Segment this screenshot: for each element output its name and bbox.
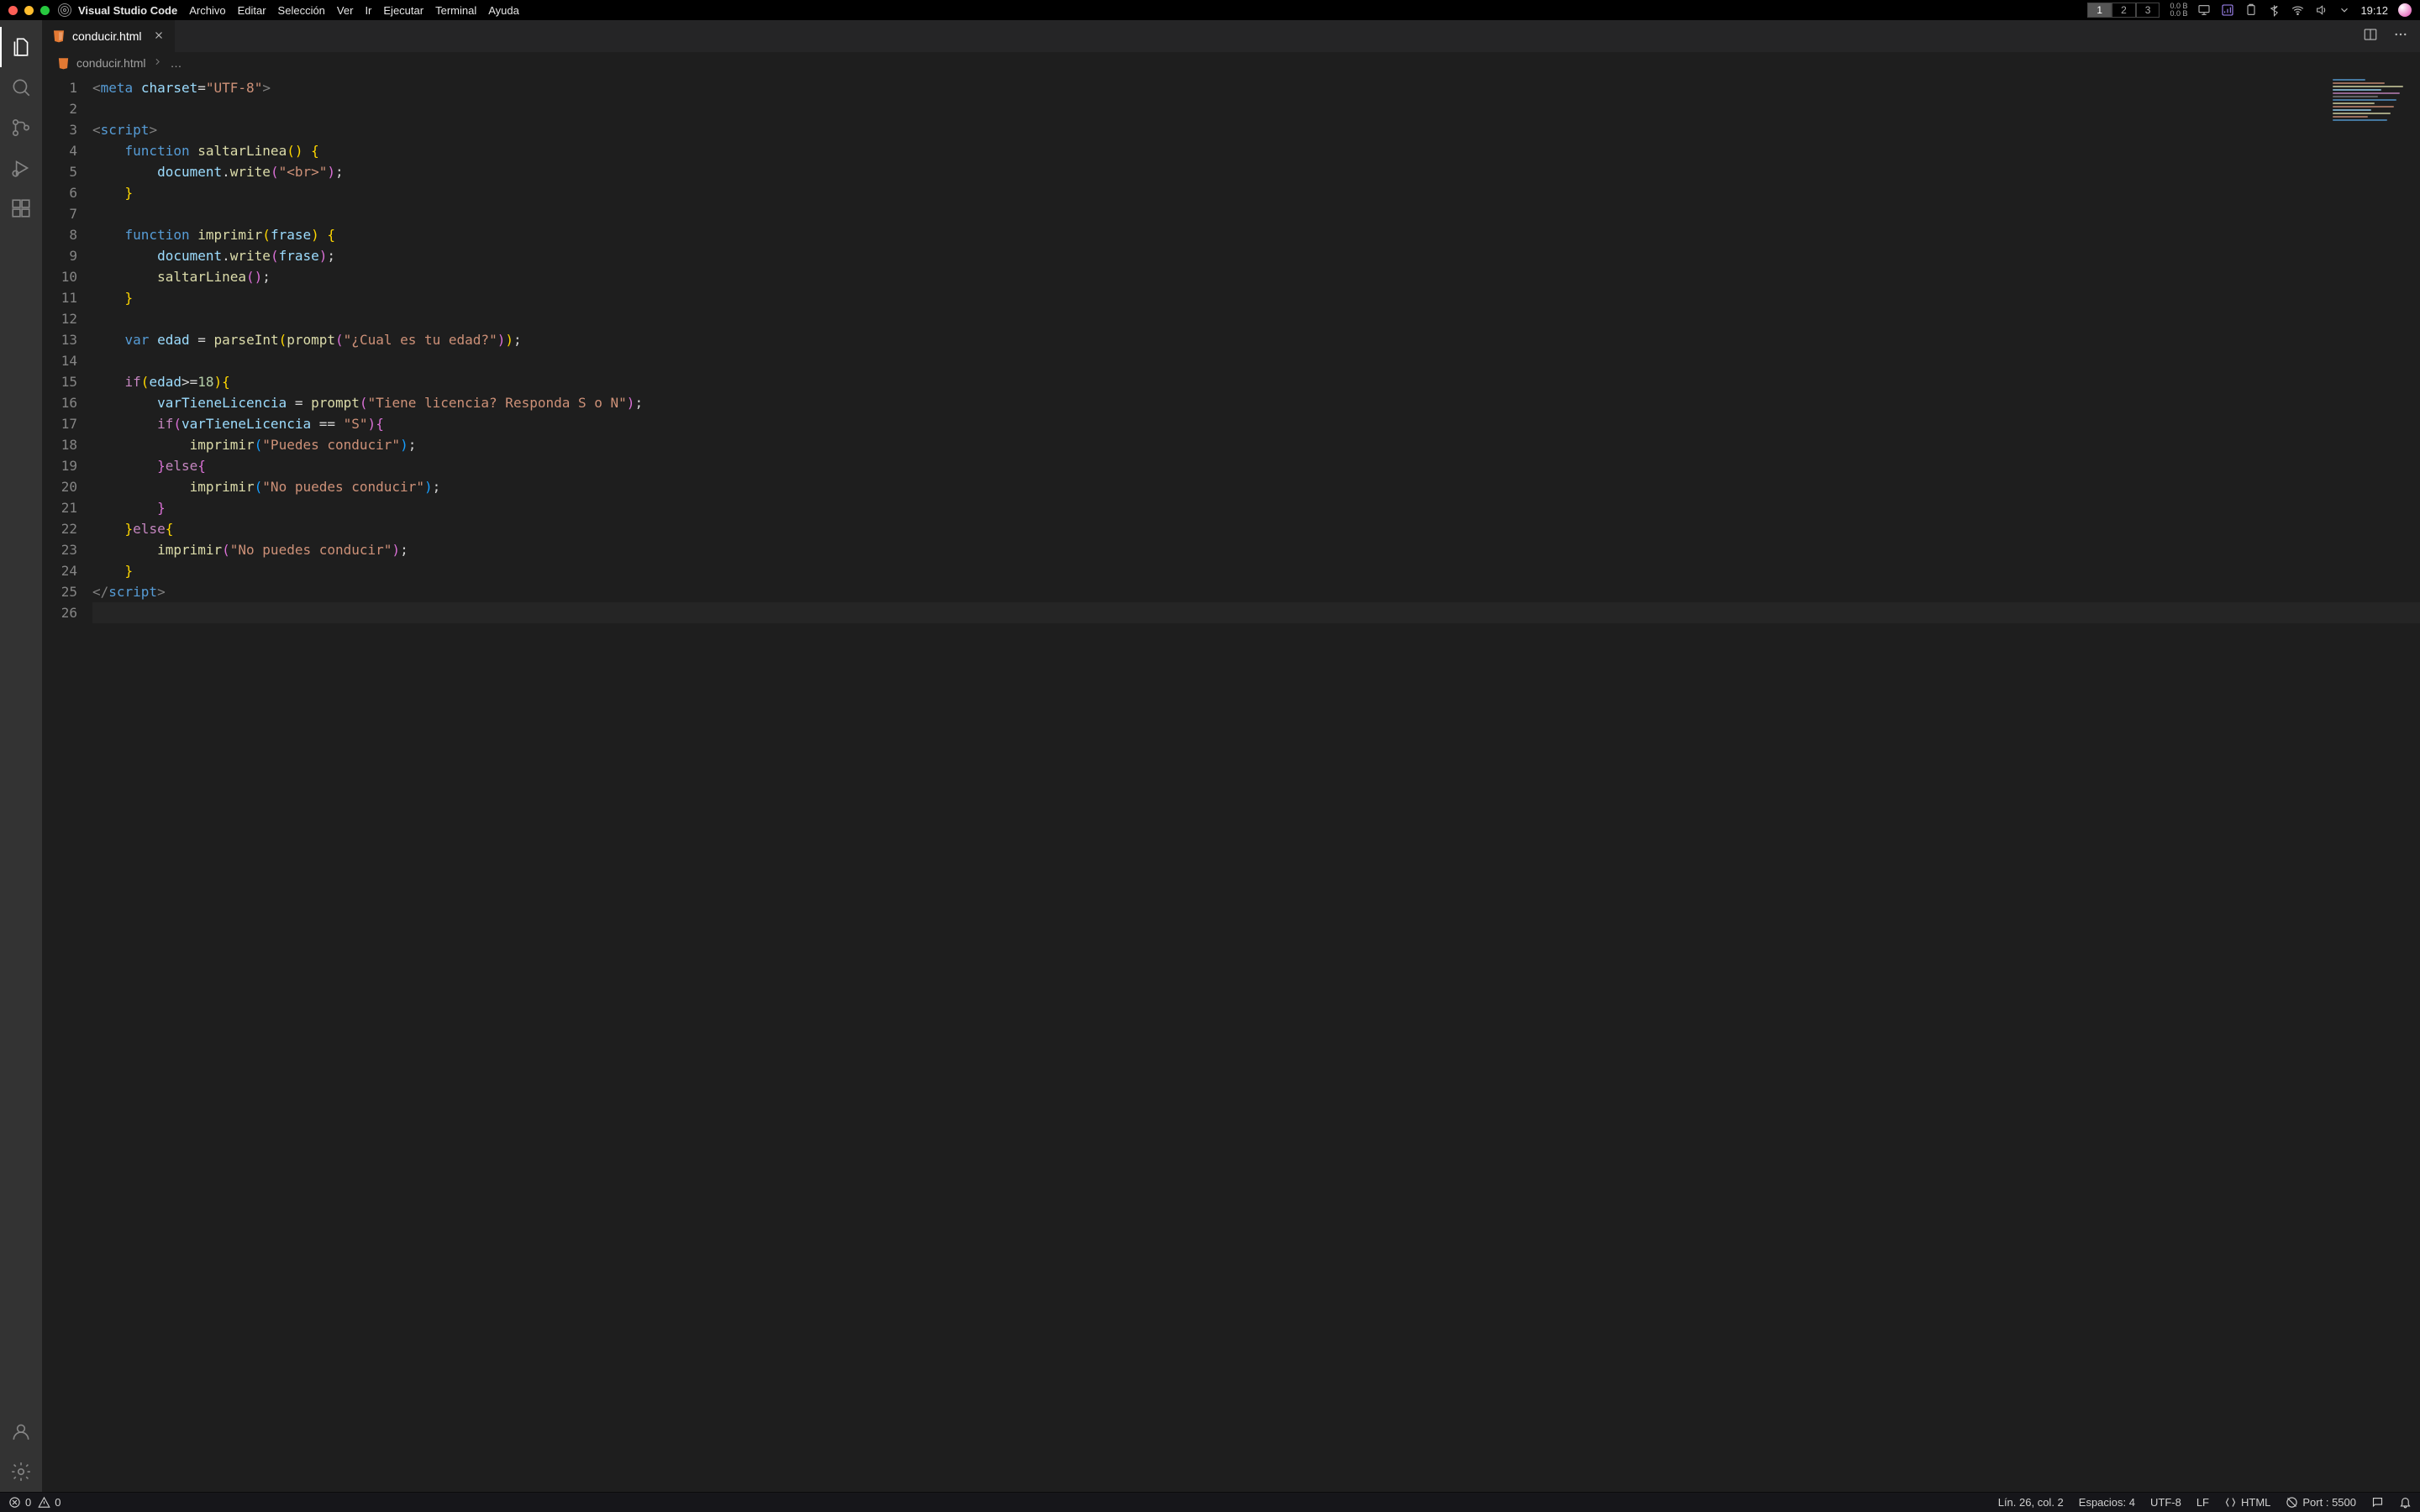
extensions-icon[interactable] bbox=[0, 188, 42, 228]
desktop-switcher[interactable]: 1 2 3 bbox=[2087, 3, 2160, 18]
status-encoding[interactable]: UTF-8 bbox=[2150, 1496, 2181, 1509]
breadcrumb-file[interactable]: conducir.html bbox=[76, 56, 145, 70]
close-window[interactable] bbox=[8, 6, 18, 15]
desktop-1[interactable]: 1 bbox=[2087, 3, 2112, 18]
window-controls[interactable] bbox=[8, 6, 50, 15]
split-editor-icon[interactable] bbox=[2363, 27, 2378, 46]
status-bell-icon[interactable] bbox=[2399, 1496, 2412, 1509]
menu-archivo[interactable]: Archivo bbox=[189, 4, 225, 17]
activity-bar bbox=[0, 20, 42, 1492]
menu-terminal[interactable]: Terminal bbox=[435, 4, 476, 17]
status-cursor[interactable]: Lín. 26, col. 2 bbox=[1998, 1496, 2064, 1509]
more-actions-icon[interactable] bbox=[2393, 27, 2408, 46]
menu-seleccion[interactable]: Selección bbox=[278, 4, 325, 17]
app-name[interactable]: Visual Studio Code bbox=[78, 4, 177, 17]
menu-ejecutar[interactable]: Ejecutar bbox=[383, 4, 424, 17]
desktop-3[interactable]: 3 bbox=[2136, 3, 2160, 18]
wifi-icon[interactable] bbox=[2291, 3, 2305, 18]
explorer-icon[interactable] bbox=[0, 27, 42, 67]
run-debug-icon[interactable] bbox=[0, 148, 42, 188]
status-warnings[interactable]: 0 bbox=[38, 1496, 60, 1509]
volume-icon[interactable] bbox=[2315, 3, 2328, 17]
line-gutter: 1234567891011121314151617181920212223242… bbox=[42, 74, 92, 1492]
breadcrumbs[interactable]: conducir.html … bbox=[42, 52, 2420, 74]
tab-conducir[interactable]: conducir.html bbox=[42, 20, 176, 52]
chevron-right-icon bbox=[152, 56, 163, 70]
monitor-icon[interactable] bbox=[2197, 3, 2211, 17]
code-editor[interactable]: <meta charset="UTF-8"> <script> function… bbox=[92, 74, 2420, 1492]
source-control-icon[interactable] bbox=[0, 108, 42, 148]
status-indent[interactable]: Espacios: 4 bbox=[2079, 1496, 2135, 1509]
desktop-2[interactable]: 2 bbox=[2112, 3, 2136, 18]
menu-ir[interactable]: Ir bbox=[365, 4, 371, 17]
menu-ver[interactable]: Ver bbox=[337, 4, 354, 17]
macos-menu-bar: Visual Studio Code Archivo Editar Selecc… bbox=[0, 0, 2420, 20]
menu-ayuda[interactable]: Ayuda bbox=[488, 4, 519, 17]
editor-tabs: conducir.html bbox=[42, 20, 2420, 52]
status-errors[interactable]: 0 bbox=[8, 1496, 31, 1509]
bluetooth-icon[interactable] bbox=[2268, 4, 2281, 17]
chevron-down-icon[interactable] bbox=[2338, 4, 2350, 16]
menu-editar[interactable]: Editar bbox=[238, 4, 266, 17]
account-icon[interactable] bbox=[0, 1411, 42, 1452]
tab-label: conducir.html bbox=[72, 29, 141, 43]
app-menus: Visual Studio Code Archivo Editar Selecc… bbox=[78, 4, 519, 17]
status-language[interactable]: HTML bbox=[2224, 1496, 2270, 1509]
html-file-icon bbox=[57, 57, 70, 70]
status-bar: 0 0 Lín. 26, col. 2 Espacios: 4 UTF-8 LF… bbox=[0, 1492, 2420, 1512]
search-icon[interactable] bbox=[0, 67, 42, 108]
close-tab-icon[interactable] bbox=[153, 29, 165, 44]
minimap[interactable] bbox=[2328, 74, 2420, 1492]
html-file-icon bbox=[52, 29, 66, 43]
user-avatar[interactable] bbox=[2398, 3, 2412, 17]
breadcrumb-more[interactable]: … bbox=[170, 56, 182, 70]
app-icon bbox=[58, 3, 71, 17]
status-eol[interactable]: LF bbox=[2196, 1496, 2209, 1509]
network-stats: 0.0 B 0.0 B bbox=[2170, 3, 2187, 18]
clipboard-icon[interactable] bbox=[2244, 3, 2258, 17]
settings-gear-icon[interactable] bbox=[0, 1452, 42, 1492]
maximize-window[interactable] bbox=[40, 6, 50, 15]
status-liveserver[interactable]: Port : 5500 bbox=[2286, 1496, 2356, 1509]
minimize-window[interactable] bbox=[24, 6, 34, 15]
stats-icon[interactable] bbox=[2221, 3, 2234, 17]
clock[interactable]: 19:12 bbox=[2360, 4, 2388, 17]
status-feedback-icon[interactable] bbox=[2371, 1496, 2384, 1509]
